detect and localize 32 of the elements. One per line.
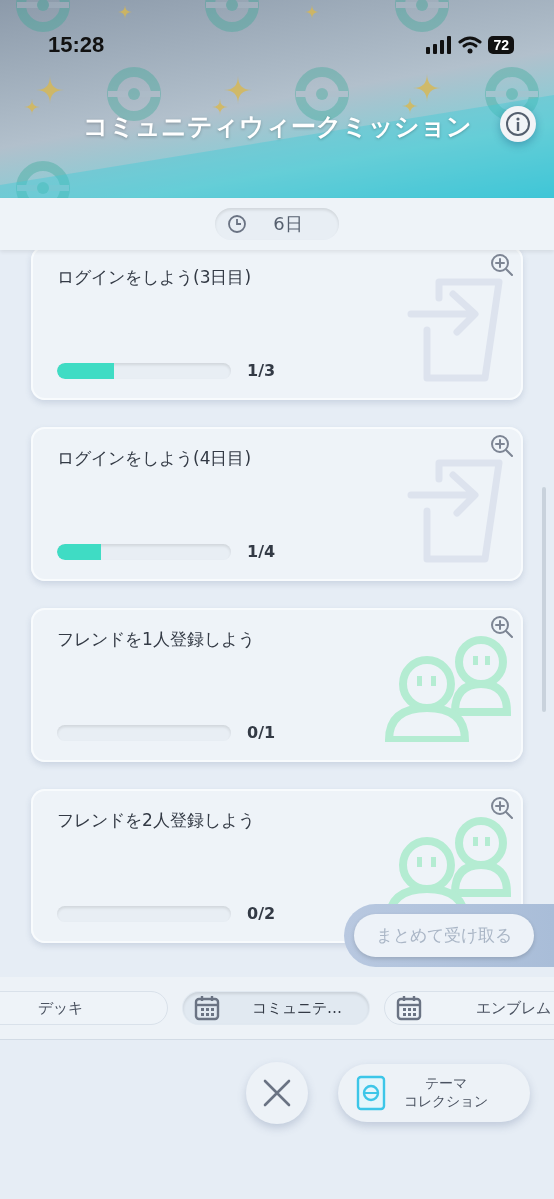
status-time: 15:28 (48, 32, 105, 58)
sparkle-icon (305, 5, 319, 19)
calendar-icon (193, 994, 221, 1022)
close-button[interactable] (246, 1062, 308, 1124)
close-icon (262, 1078, 292, 1108)
mission-title: フレンドを1人登録しよう (57, 628, 256, 651)
battery-level: 72 (488, 36, 514, 54)
zoom-in-icon[interactable] (489, 795, 515, 821)
clock-icon (227, 214, 248, 234)
zoom-in-icon[interactable] (489, 252, 515, 278)
theme-collection-button[interactable]: テーマ コレクション (338, 1064, 530, 1122)
wifi-icon (458, 36, 483, 54)
category-tab[interactable]: エンブレム (384, 991, 554, 1025)
category-tab[interactable]: デッキ (0, 991, 168, 1025)
zoom-in-icon[interactable] (489, 614, 515, 640)
sparkle-icon (118, 5, 132, 19)
signal-icon (426, 36, 453, 54)
progress-count: 0/2 (247, 904, 276, 923)
progress-count: 0/1 (247, 723, 276, 742)
card-icon (356, 1075, 386, 1111)
mission-title: フレンドを2人登録しよう (57, 809, 256, 832)
category-tab[interactable]: コミュニテ… (182, 991, 370, 1025)
calendar-icon (395, 994, 423, 1022)
zoom-in-icon[interactable] (489, 433, 515, 459)
progress-count: 1/3 (247, 361, 276, 380)
info-icon (505, 111, 531, 137)
page-title: コミュニティウィークミッション (82, 111, 472, 143)
info-button[interactable] (500, 106, 536, 142)
remaining-time: 6日 (273, 212, 303, 236)
progress-count: 1/4 (247, 542, 276, 561)
mission-title: ログインをしよう(4日目) (57, 447, 253, 470)
mission-title: ログインをしよう(3日目) (57, 266, 253, 289)
